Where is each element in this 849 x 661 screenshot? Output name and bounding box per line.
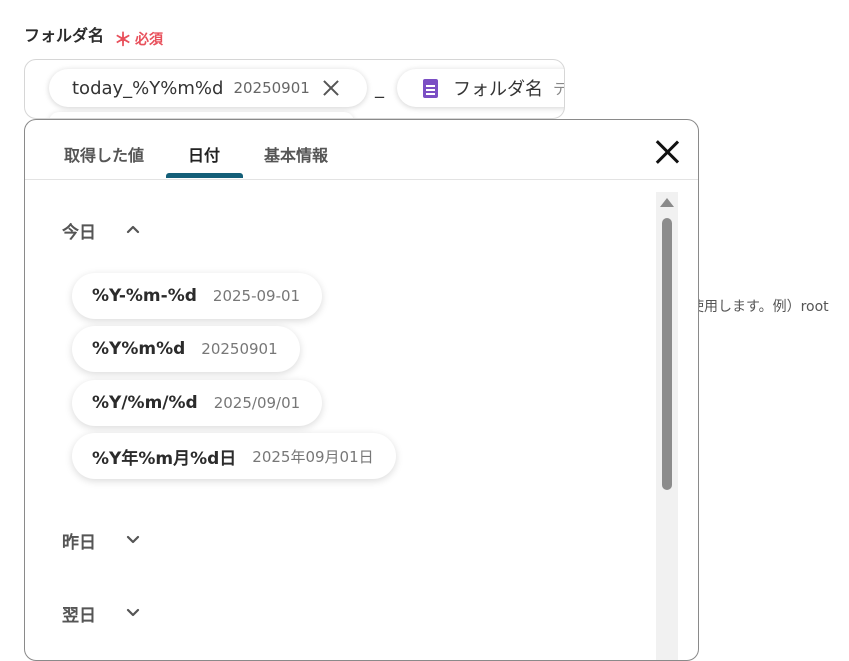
format-sample: 2025/09/01 (213, 394, 301, 412)
close-icon[interactable] (654, 139, 680, 165)
tab-acquired-values[interactable]: 取得した値 (64, 142, 144, 166)
chevron-down-icon (125, 532, 141, 548)
chevron-up-icon (125, 221, 141, 237)
folder-name-label: フォルダ名 (24, 26, 105, 45)
format-key: %Y/%m/%d (92, 393, 198, 413)
scroll-up-arrow-icon[interactable] (660, 198, 674, 207)
chevron-down-icon (125, 605, 141, 621)
section-tomorrow-label: 翌日 (62, 606, 96, 626)
section-yesterday[interactable]: 昨日 (62, 528, 140, 553)
date-format-option[interactable]: %Y/%m/%d 2025/09/01 (72, 380, 323, 426)
value-picker-panel: 取得した値 日付 基本情報 今日 %Y-%m-%d 2025-09-01 %Y%… (24, 119, 699, 661)
hidden-token-chip (49, 112, 354, 118)
date-token-title: today_%Y%m%d (72, 77, 224, 99)
folder-name-input[interactable]: today_%Y%m%d 20250901 _ フォルダ名 テ (24, 59, 565, 119)
date-format-option[interactable]: %Y-%m-%d 2025-09-01 (72, 273, 323, 319)
format-sample: 20250901 (201, 340, 278, 358)
section-tomorrow[interactable]: 翌日 (62, 601, 140, 626)
format-key: %Y%m%d (92, 339, 186, 359)
folder-token-title: フォルダ名 (453, 79, 543, 100)
tab-basic-info[interactable]: 基本情報 (264, 142, 328, 166)
active-tab-indicator (166, 173, 243, 178)
folder-token-value: テ (553, 78, 564, 99)
folder-name-token-chip[interactable]: フォルダ名 テ (397, 69, 564, 107)
format-key: %Y-%m-%d (92, 286, 197, 306)
section-yesterday-label: 昨日 (62, 533, 96, 553)
section-today[interactable]: 今日 (62, 218, 140, 243)
picker-tabs: 取得した値 日付 基本情報 (25, 120, 698, 180)
section-today-label: 今日 (62, 223, 96, 243)
remove-token-icon[interactable] (322, 79, 340, 97)
separator-text: _ (375, 78, 384, 99)
field-description: 使用します。例）root (690, 299, 829, 315)
format-sample: 2025年09月01日 (252, 447, 374, 466)
scrollbar-thumb[interactable] (662, 218, 672, 490)
format-key: %Y年%m月%d日 (92, 448, 237, 469)
format-sample: 2025-09-01 (212, 287, 301, 305)
required-badge: ＊必須 (114, 30, 163, 51)
date-format-option[interactable]: %Y年%m月%d日 2025年09月01日 (72, 433, 396, 479)
date-token-chip[interactable]: today_%Y%m%d 20250901 (49, 69, 367, 107)
date-token-value: 20250901 (233, 79, 310, 97)
tab-date[interactable]: 日付 (188, 142, 220, 166)
google-docs-icon (423, 78, 438, 98)
date-format-option[interactable]: %Y%m%d 20250901 (72, 326, 300, 372)
